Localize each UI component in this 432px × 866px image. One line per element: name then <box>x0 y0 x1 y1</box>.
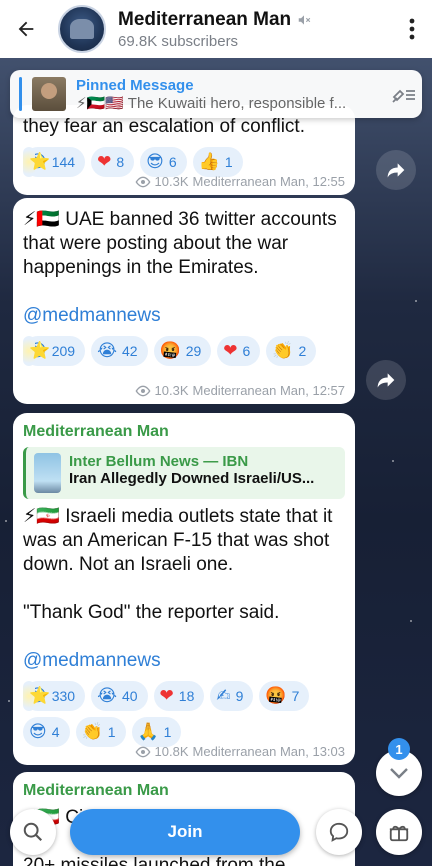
message-bubble[interactable]: Mediterranean Man Inter Bellum News — IB… <box>13 413 355 765</box>
message-bubble[interactable]: ⚡🇦🇪 UAE banned 36 twitter accounts that … <box>13 198 355 404</box>
join-button[interactable]: Join <box>70 809 300 855</box>
gift-icon <box>389 825 409 842</box>
back-button[interactable] <box>0 0 52 58</box>
author-time: Mediterranean Man, 13:03 <box>192 744 345 759</box>
reaction-pray[interactable]: 🙏 1 <box>131 717 182 747</box>
chat-header: Mediterranean Man 69.8K subscribers <box>0 0 432 58</box>
channel-link[interactable]: @medmannews <box>23 304 345 328</box>
reply-title: Inter Bellum News — IBN <box>69 453 249 470</box>
unread-badge: 1 <box>388 738 410 760</box>
reaction-star[interactable]: ⭐ <box>23 147 50 177</box>
reply-body: Iran Allegedly Downed Israeli/US... <box>69 470 315 487</box>
pinned-message-bar[interactable]: Pinned Message ⚡🇰🇼🇺🇸 The Kuwaiti hero, r… <box>10 70 422 118</box>
message-meta: 10.3K Mediterranean Man, 12:55 <box>135 174 345 189</box>
reaction-clap[interactable]: 👏 2 <box>266 336 317 366</box>
message-text: "Thank God" the reporter said. <box>23 602 280 623</box>
bottom-bar: Join <box>0 806 432 866</box>
author-time: Mediterranean Man, 12:57 <box>192 383 345 398</box>
reaction-cool[interactable]: 😎 6 <box>140 147 187 177</box>
reaction-heart[interactable]: ❤ 6 <box>217 336 261 366</box>
comment-icon <box>329 822 349 842</box>
reaction-cool[interactable]: 😎 4 <box>23 717 70 747</box>
gift-button[interactable] <box>376 809 422 855</box>
share-arrow-icon <box>377 373 395 388</box>
sender-name: Mediterranean Man <box>23 423 169 440</box>
message-text: they fear an escalation of conflict. <box>23 116 305 137</box>
eye-icon <box>135 176 150 187</box>
more-options-button[interactable] <box>392 18 432 40</box>
subscriber-count: 69.8K subscribers <box>118 32 239 50</box>
reaction-star[interactable]: ⭐ <box>23 681 50 711</box>
message-meta: 10.8K Mediterranean Man, 13:03 <box>135 744 345 759</box>
pinned-list-button[interactable] <box>386 83 422 105</box>
view-count: 10.8K <box>154 744 189 759</box>
forward-button[interactable] <box>366 360 406 400</box>
share-arrow-icon <box>387 163 405 178</box>
view-count: 10.3K <box>154 174 189 189</box>
reaction-star[interactable]: ⭐ <box>23 336 50 366</box>
message-meta: 10.3K Mediterranean Man, 12:57 <box>135 383 345 398</box>
channel-avatar[interactable] <box>58 5 106 53</box>
reaction-crying[interactable]: 😭 42 <box>91 336 148 366</box>
eye-icon <box>135 385 150 396</box>
eye-icon <box>135 746 150 757</box>
chevron-down-icon <box>390 768 408 779</box>
sender-name: Mediterranean Man <box>23 782 169 799</box>
message-bubble[interactable]: they fear an escalation of conflict. ⭐ 😁… <box>13 105 355 195</box>
message-text: ⚡🇮🇷 Israeli media outlets state that it … <box>23 506 333 575</box>
reaction-clap[interactable]: 👏 1 <box>75 717 126 747</box>
pin-list-icon <box>392 89 415 103</box>
author-time: Mediterranean Man, 12:55 <box>192 174 345 189</box>
reaction-crying[interactable]: 😭 40 <box>91 681 148 711</box>
channel-title-block[interactable]: Mediterranean Man 69.8K subscribers <box>118 9 392 50</box>
reactions: ⭐ 😁 330 😭 40 ❤ 18 ✍ 9 🤬 7 😎 4 👏 1 🙏 1 <box>23 681 345 747</box>
pinned-preview: ⚡🇰🇼🇺🇸 The Kuwaiti hero, responsible f... <box>76 94 347 112</box>
reaction-writing[interactable]: ✍ 9 <box>210 681 254 711</box>
reaction-heart[interactable]: ❤ 8 <box>91 147 135 177</box>
search-button[interactable] <box>10 809 56 855</box>
reactions: ⭐ 😁 209 😭 42 🤬 29 ❤ 6 👏 2 <box>23 336 345 366</box>
reaction-heart[interactable]: ❤ 18 <box>153 681 205 711</box>
message-text: ⚡🇦🇪 UAE banned 36 twitter accounts that … <box>23 209 337 278</box>
pinned-indicator <box>19 77 22 111</box>
reply-preview[interactable]: Inter Bellum News — IBN Iran Allegedly D… <box>23 447 345 499</box>
reply-thumbnail <box>34 453 61 493</box>
reaction-angry[interactable]: 🤬 29 <box>153 336 212 366</box>
reaction-thumbs-up[interactable]: 👍 1 <box>192 147 243 177</box>
channel-link[interactable]: @medmannews <box>23 649 345 673</box>
search-icon <box>23 822 43 842</box>
kebab-menu-icon <box>409 18 415 40</box>
discussion-button[interactable] <box>316 809 362 855</box>
muted-icon <box>298 14 311 25</box>
reactions: ⭐ 😁 144 ❤ 8 😎 6 👍 1 <box>23 147 345 177</box>
forward-button[interactable] <box>376 150 416 190</box>
pinned-thumbnail <box>32 77 66 111</box>
pinned-title: Pinned Message <box>76 76 194 94</box>
reaction-angry[interactable]: 🤬 7 <box>259 681 310 711</box>
channel-title: Mediterranean Man <box>118 8 292 30</box>
arrow-left-icon <box>18 21 34 37</box>
view-count: 10.3K <box>154 383 189 398</box>
